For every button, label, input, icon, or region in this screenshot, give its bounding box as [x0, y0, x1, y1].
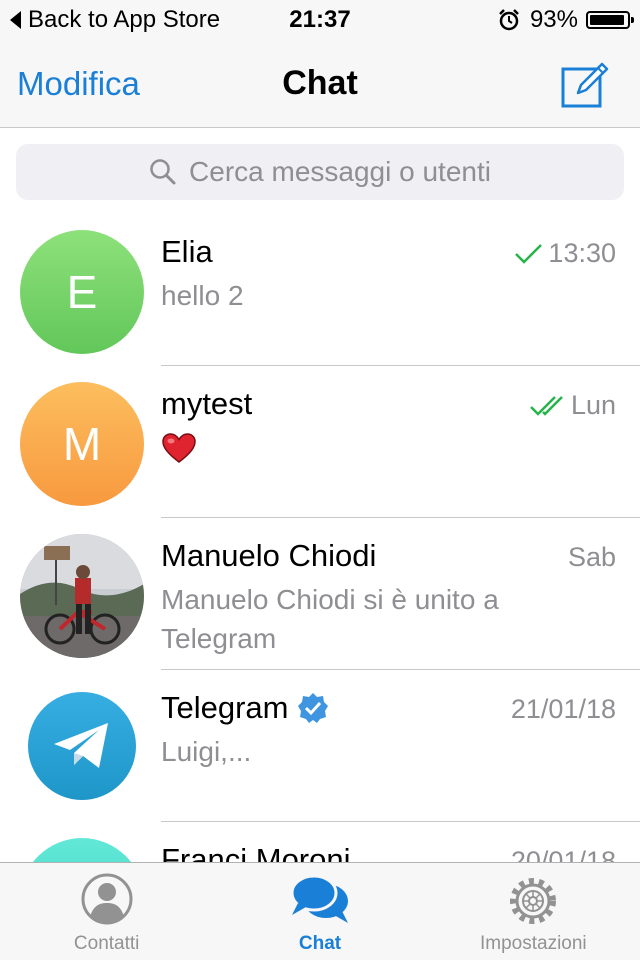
search-input[interactable]: Cerca messaggi o utenti: [16, 144, 624, 200]
alarm-clock-icon: [499, 9, 519, 31]
telegram-chat-screen: Back to App Store 21:37 93% Modifica Cha…: [0, 0, 640, 960]
chat-message-preview: [161, 428, 600, 474]
chat-time-label: Sab: [567, 542, 616, 572]
status-indicators: 93%: [498, 6, 634, 34]
double-check-icon: [530, 395, 563, 416]
compose-icon[interactable]: [560, 60, 610, 110]
avatar-initial: M: [62, 418, 102, 470]
chat-time: Sab: [568, 542, 616, 573]
tab-label: Contatti: [73, 933, 140, 954]
chat-time-label: Lun: [570, 390, 616, 420]
search-placeholder: Cerca messaggi o utenti: [189, 156, 491, 187]
chat-time: 13:30: [514, 238, 616, 269]
person-icon: [81, 873, 133, 925]
cyclist-photo-image: [20, 534, 144, 658]
tab-impostazioni[interactable]: Impostazioni: [427, 863, 640, 960]
telegram-logo-icon: [54, 723, 108, 768]
tab-bar: Contatti Chat Impostazioni: [0, 862, 640, 960]
navigation-bar: Modifica Chat: [0, 40, 640, 128]
chat-time: 21/01/18: [511, 694, 616, 725]
battery-icon: [586, 11, 634, 29]
chat-message-preview: Luigi,...: [161, 736, 252, 767]
chat-row-mytest[interactable]: M mytest Lun: [0, 366, 640, 518]
tab-contatti[interactable]: Contatti: [0, 863, 213, 960]
tab-chat[interactable]: Chat: [213, 863, 426, 960]
battery-percentage: 93%: [529, 6, 578, 33]
chat-list: E Elia 13:30 hello 2 M mytest Lun Manuel…: [0, 214, 640, 862]
chat-time-label: 21/01/18: [510, 694, 616, 724]
chat-name: Telegram: [161, 690, 329, 726]
chat-time: 20/01/18: [511, 846, 616, 862]
chat-message-preview: Manuelo Chiodi si è unito a Telegram: [161, 584, 499, 654]
chat-name-label: Telegram: [161, 690, 289, 725]
chat-time-label: 20/01/18: [510, 846, 616, 862]
chat-time: Lun: [529, 390, 616, 421]
tab-label: Chat: [298, 933, 342, 954]
chat-row-franci-moroni[interactable]: Franci Moroni 20/01/18: [0, 822, 640, 862]
status-bar: Back to App Store 21:37 93%: [0, 0, 640, 40]
verified-badge-icon: [297, 693, 328, 723]
avatar-initial: E: [66, 266, 98, 318]
heart-emoji-icon: [162, 433, 196, 463]
page-title: Chat: [282, 64, 358, 102]
search-area: Cerca messaggi o utenti: [0, 128, 640, 214]
chat-time-label: 13:30: [548, 238, 616, 268]
avatar: [28, 692, 136, 800]
avatar-photo: [20, 534, 144, 658]
single-check-icon: [515, 243, 543, 264]
avatar: [20, 838, 144, 862]
avatar: M: [20, 382, 144, 506]
chat-name: Elia: [161, 234, 213, 269]
chat-row-elia[interactable]: E Elia 13:30 hello 2: [0, 214, 640, 366]
chat-name: Franci Moroni: [161, 842, 351, 862]
gear-icon: [510, 878, 557, 924]
tab-label: Impostazioni: [479, 933, 587, 954]
search-icon: [150, 159, 176, 185]
chat-row-telegram[interactable]: Telegram 21/01/18 Luigi,...: [0, 670, 640, 822]
chat-message-preview: hello 2: [161, 280, 244, 311]
chat-row-manuelo-chiodi[interactable]: Manuelo Chiodi Sab Manuelo Chiodi si è u…: [0, 518, 640, 670]
chat-name: Manuelo Chiodi: [161, 538, 377, 573]
avatar: E: [20, 230, 144, 354]
chat-bubbles-icon: [290, 874, 348, 923]
chat-name: mytest: [161, 386, 253, 421]
